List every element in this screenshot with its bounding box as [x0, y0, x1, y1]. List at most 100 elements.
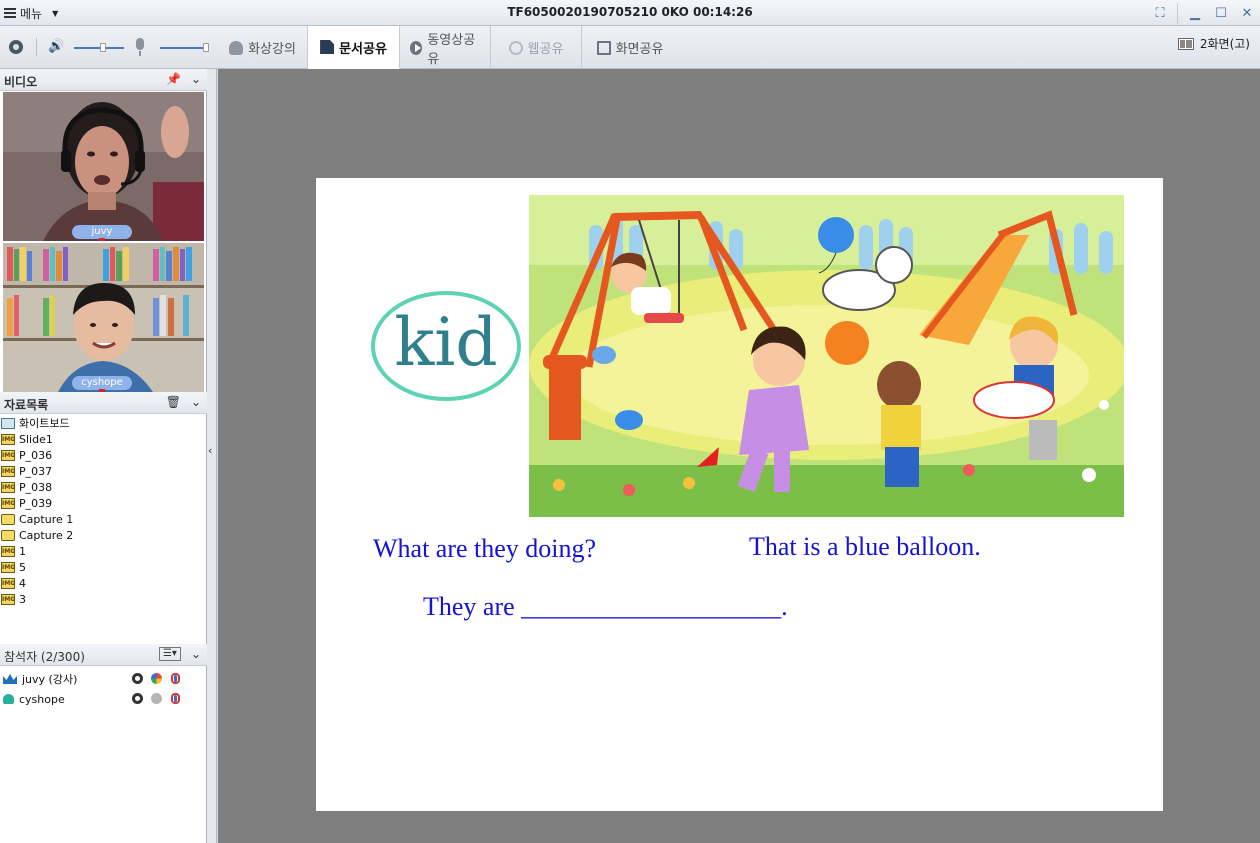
attendee-row-student[interactable]: cyshope — [0, 689, 207, 709]
file-label: 3 — [19, 592, 26, 606]
list-item[interactable]: IMG P_038 — [0, 479, 207, 495]
image-file-icon: IMG — [1, 577, 16, 589]
file-label: P_036 — [19, 448, 53, 462]
file-label: P_037 — [19, 464, 53, 478]
file-label: P_039 — [19, 496, 53, 510]
file-item-whiteboard[interactable]: 화이트보드 — [0, 415, 207, 431]
file-label: 5 — [19, 560, 26, 574]
webcam-icon[interactable] — [9, 40, 23, 54]
mic-volume-knob[interactable] — [203, 43, 209, 52]
image-file-icon: IMG — [1, 545, 16, 557]
list-item[interactable]: IMG 1 — [0, 543, 207, 559]
image-file-icon: IMG — [1, 481, 16, 493]
image-file-icon: IMG — [1, 465, 16, 477]
video-name-tag: juvy — [72, 225, 132, 241]
palette-icon[interactable] — [151, 693, 162, 704]
tab-label: 화면공유 — [615, 42, 664, 57]
list-item[interactable]: Capture 2 — [0, 527, 207, 543]
slide-fill-in-prompt: They are ____________________. — [423, 592, 788, 621]
playground-illustration — [529, 195, 1124, 517]
chevron-left-icon: ‹ — [208, 444, 213, 457]
close-icon[interactable]: ✕ — [1234, 0, 1260, 26]
chevron-down-icon[interactable]: ⌄ — [191, 395, 201, 409]
toolbar: 🔊 화상강의 문서공유 동영상공유 웹공유 화면공유 2화면(고) — [0, 26, 1260, 69]
image-file-icon: IMG — [1, 433, 16, 445]
document-slide[interactable]: kid What are they doing? That is a blue … — [316, 178, 1163, 811]
tab-video-share[interactable]: 동영상공유 — [400, 26, 491, 69]
file-label: Capture 1 — [19, 512, 74, 526]
list-item[interactable]: IMG P_039 — [0, 495, 207, 511]
speaker-icon[interactable]: 🔊 — [48, 40, 64, 54]
list-item[interactable]: IMG 4 — [0, 575, 207, 591]
microphone-icon[interactable] — [136, 38, 144, 56]
divider — [36, 38, 37, 56]
maximize-icon[interactable]: ☐ — [1208, 0, 1234, 26]
video-name-tag: cyshope — [72, 376, 132, 392]
trash-icon[interactable]: 🗑 — [166, 395, 181, 409]
attendees-section-header: 참석자 (2/300) ☰▾ ⌄ — [0, 644, 207, 666]
student-video-frame — [3, 243, 204, 392]
teacher-video[interactable]: juvy — [3, 92, 204, 241]
window-title: TF6050020190705210 0KO 00:14:26 — [507, 5, 753, 19]
image-file-icon: IMG — [1, 497, 16, 509]
dual-screen-toggle[interactable]: 2화면(고) — [1177, 35, 1250, 52]
file-list: 화이트보드 IMG Slide1 IMG P_036 IMG P_037 IMG… — [0, 415, 207, 607]
fullscreen-icon[interactable]: ⛶ — [1147, 0, 1173, 26]
user-icon — [3, 694, 14, 704]
webcam-icon[interactable] — [132, 693, 143, 704]
files-section-header: 자료목록 🗑 ⌄ — [0, 392, 207, 414]
slide-question: What are they doing? — [373, 534, 597, 563]
list-options-icon[interactable]: ☰▾ — [158, 647, 181, 661]
list-item[interactable]: Capture 1 — [0, 511, 207, 527]
webcam-icon[interactable] — [132, 673, 143, 684]
microphone-icon[interactable] — [171, 693, 180, 704]
minimize-icon[interactable]: ▁ — [1182, 0, 1208, 26]
tab-video-lecture[interactable]: 화상강의 — [218, 26, 308, 69]
files-section-title: 자료목록 — [4, 398, 49, 412]
tab-document-share[interactable]: 문서공유 — [308, 26, 400, 69]
monitor-icon — [596, 40, 611, 55]
image-file-icon: IMG — [1, 561, 16, 573]
tab-label: 문서공유 — [339, 41, 387, 57]
panel-collapse-handle[interactable]: ‹ — [207, 69, 217, 843]
speaker-volume-knob[interactable] — [100, 43, 106, 52]
layout-icon — [1177, 37, 1194, 50]
image-file-icon: IMG — [1, 593, 16, 605]
video-section-title: 비디오 — [4, 75, 38, 89]
tab-web-share[interactable]: 웹공유 — [491, 26, 582, 69]
attendees-section-title: 참석자 (2/300) — [4, 650, 85, 664]
tab-screen-share[interactable]: 화면공유 — [582, 26, 678, 69]
speaker-volume-slider[interactable] — [74, 47, 124, 49]
camera-icon — [1, 529, 15, 541]
attendee-row-host[interactable]: juvy (강사) — [0, 669, 207, 689]
list-item[interactable]: IMG 5 — [0, 559, 207, 575]
student-video[interactable]: cyshope — [3, 243, 204, 392]
list-item[interactable]: IMG P_037 — [0, 463, 207, 479]
chevron-down-icon[interactable]: ⌄ — [191, 647, 201, 661]
screens-label: 2화면(고) — [1199, 37, 1250, 51]
window-controls: ⛶ ▁ ☐ ✕ — [1147, 0, 1260, 29]
list-item[interactable]: IMG Slide1 — [0, 431, 207, 447]
document-icon — [320, 40, 335, 54]
attendee-name: juvy (강사) — [22, 673, 78, 686]
pin-icon[interactable]: 📌 — [166, 72, 181, 86]
mic-volume-slider[interactable] — [160, 47, 208, 49]
list-item[interactable]: IMG P_036 — [0, 447, 207, 463]
video-section-header: 비디오 📌 ⌄ — [0, 69, 207, 91]
globe-icon — [508, 40, 523, 55]
title-bar: 메뉴 ▼ TF6050020190705210 0KO 00:14:26 ⛶ ▁… — [0, 0, 1260, 29]
chevron-down-icon[interactable]: ⌄ — [191, 72, 201, 86]
document-stage: kid What are they doing? That is a blue … — [218, 69, 1260, 843]
playground-illustration-art — [529, 195, 1124, 517]
person-icon — [229, 40, 244, 55]
list-item[interactable]: IMG 3 — [0, 591, 207, 607]
tab-label: 화상강의 — [248, 42, 296, 57]
camera-icon — [1, 513, 15, 525]
teacher-video-frame — [3, 92, 204, 241]
palette-icon[interactable] — [151, 673, 162, 684]
microphone-icon[interactable] — [171, 673, 180, 684]
media-controls: 🔊 — [0, 26, 218, 69]
tab-label: 동영상공유 — [427, 32, 476, 67]
play-icon — [410, 40, 423, 55]
file-label: P_038 — [19, 480, 53, 494]
